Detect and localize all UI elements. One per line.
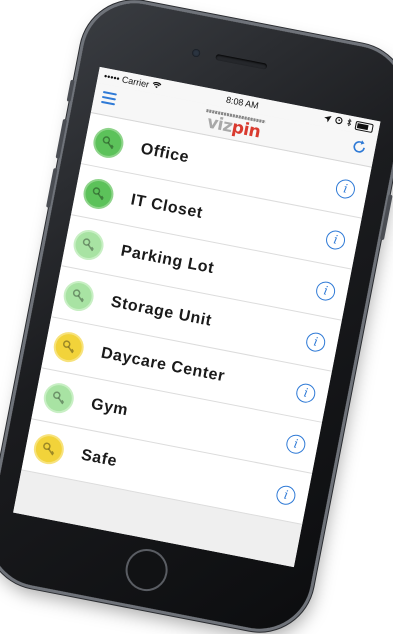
info-icon[interactable]: i	[324, 228, 347, 251]
lock-name: IT Closet	[129, 190, 205, 222]
stage: ••••• Carrier 8:08 AM vizpin Office i IT…	[0, 0, 393, 634]
hamburger-menu-icon[interactable]	[100, 90, 117, 106]
menu-line	[102, 90, 117, 96]
lock-name: Storage Unit	[109, 293, 214, 330]
lock-name: Daycare Center	[99, 344, 227, 385]
key-icon	[63, 280, 94, 311]
key-icon	[93, 127, 124, 158]
key-icon	[43, 382, 75, 413]
iphone-device: ••••• Carrier 8:08 AM vizpin Office i IT…	[0, 0, 393, 634]
info-icon[interactable]: i	[294, 381, 318, 404]
key-icon	[83, 178, 114, 209]
lock-name: Office	[139, 139, 191, 166]
info-icon[interactable]: i	[284, 432, 308, 455]
wifi-icon	[151, 80, 162, 92]
menu-line	[101, 95, 117, 101]
key-icon	[53, 331, 85, 362]
refresh-icon[interactable]	[349, 137, 368, 159]
menu-line	[100, 100, 116, 106]
info-icon[interactable]: i	[304, 330, 327, 353]
lock-name: Safe	[79, 446, 119, 470]
alarm-icon	[334, 116, 344, 127]
battery-icon	[354, 120, 374, 133]
logo-pin: pin	[230, 117, 263, 143]
bluetooth-icon	[346, 118, 353, 129]
location-icon	[323, 114, 332, 125]
lock-name: Parking Lot	[119, 241, 216, 277]
info-icon[interactable]: i	[314, 279, 337, 302]
info-icon[interactable]: i	[334, 177, 357, 200]
key-icon	[73, 229, 104, 260]
info-icon[interactable]: i	[274, 483, 298, 506]
lock-name: Gym	[89, 395, 130, 419]
key-icon	[33, 433, 65, 464]
